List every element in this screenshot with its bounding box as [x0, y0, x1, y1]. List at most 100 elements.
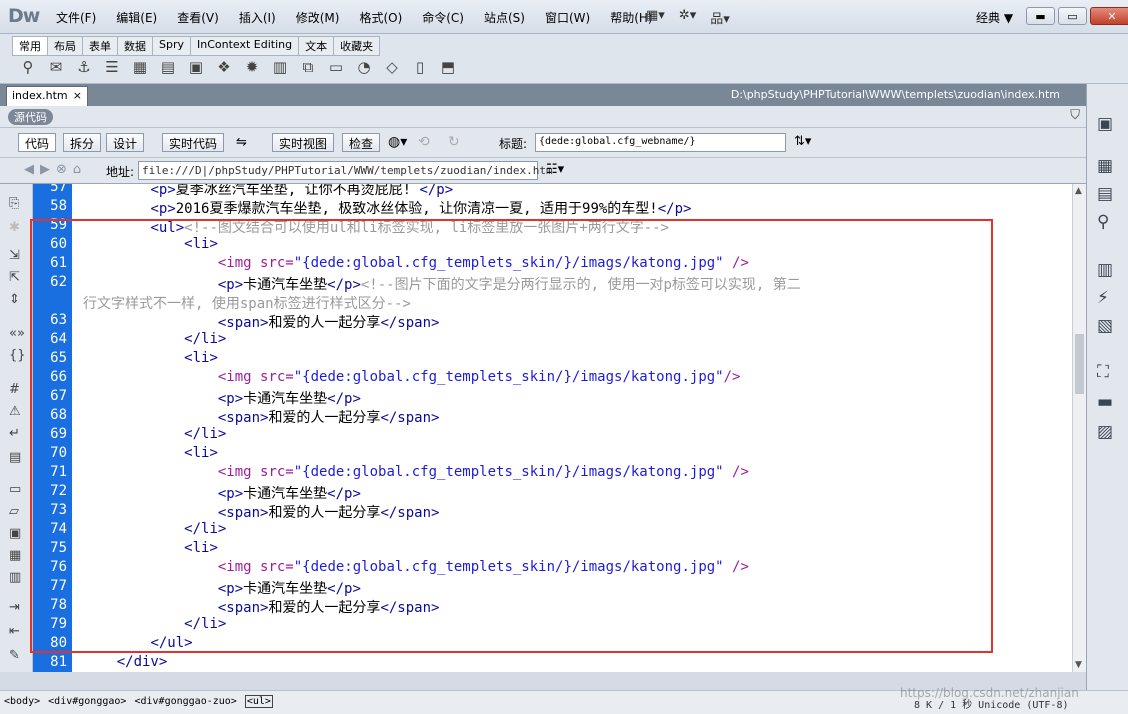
vertical-scrollbar[interactable]: ▲ ▼: [1072, 184, 1086, 672]
refresh-design-icon[interactable]: ⟲: [418, 134, 430, 150]
select-parent-tag-icon[interactable]: «»: [9, 326, 25, 341]
code-line[interactable]: <p>卡通汽车坐垫</p>: [83, 483, 361, 503]
syntax-coloring-icon[interactable]: ▤: [9, 450, 21, 465]
code-line[interactable]: </li>: [83, 426, 226, 442]
code-line-wrapped[interactable]: 行文字样式不一样, 使用span标签进行样式区分-->: [83, 293, 411, 313]
restore-button[interactable]: ▭: [1058, 7, 1087, 25]
insert-tab-text[interactable]: 文本: [299, 36, 335, 56]
media-icon[interactable]: ❖: [214, 58, 234, 76]
layout-icon[interactable]: ▦▾: [646, 8, 665, 27]
globe-icon[interactable]: ◍▾: [388, 134, 407, 150]
insert-tab-layout[interactable]: 布局: [48, 36, 83, 56]
menu-modify[interactable]: 修改(M): [286, 9, 350, 26]
code-line[interactable]: </li>: [83, 521, 226, 537]
line-numbers-icon[interactable]: #: [9, 382, 20, 397]
tag-ul-current[interactable]: <ul>: [244, 695, 273, 708]
code-view-button[interactable]: 代码: [18, 133, 57, 152]
menu-site[interactable]: 站点(S): [474, 9, 535, 26]
tag-chooser-icon[interactable]: ⬒: [438, 58, 458, 76]
div-icon[interactable]: ▤: [158, 58, 178, 76]
view-options-icon[interactable]: ☷▾: [546, 162, 564, 177]
script-icon[interactable]: ◇: [382, 58, 402, 76]
tag-body[interactable]: <body>: [4, 696, 40, 707]
server-behaviors-icon[interactable]: ▧: [1097, 316, 1113, 336]
code-line[interactable]: <li>: [83, 350, 218, 366]
server-include-icon[interactable]: ⧉: [298, 58, 318, 76]
code-line[interactable]: <li>: [83, 445, 218, 461]
tab-index-htm[interactable]: index.htm ×: [6, 86, 88, 106]
stop-icon[interactable]: ⊗: [56, 162, 67, 177]
indent-icon[interactable]: ⇥: [9, 600, 20, 615]
snippets-icon[interactable]: ▨: [1097, 422, 1113, 442]
menu-edit[interactable]: 编辑(E): [106, 9, 167, 26]
date-icon[interactable]: ▥: [270, 58, 290, 76]
code-line[interactable]: <img src="{dede:global.cfg_templets_skin…: [83, 464, 749, 480]
tag-div-gonggao[interactable]: <div#gonggao>: [48, 696, 126, 707]
code-line[interactable]: <p>夏季冰丝汽车坐垫, 让你不再烫屁屁! </p>: [83, 184, 453, 199]
insert-tab-forms[interactable]: 表单: [83, 36, 118, 56]
gear-icon[interactable]: ✲▾: [679, 8, 696, 27]
email-link-icon[interactable]: ✉: [46, 58, 66, 76]
code-line[interactable]: <img src="{dede:global.cfg_templets_skin…: [83, 255, 749, 271]
code-line[interactable]: </div>: [83, 654, 168, 670]
outdent-icon[interactable]: ⇤: [9, 624, 20, 639]
live-view-button[interactable]: 实时视图: [272, 133, 335, 152]
close-tab-icon[interactable]: ×: [73, 89, 82, 102]
filter-icon[interactable]: ⛉: [1070, 108, 1080, 123]
widget-icon[interactable]: ✹: [242, 58, 262, 76]
site-icon[interactable]: 品▾: [710, 8, 730, 27]
code-line[interactable]: <li>: [83, 540, 218, 556]
code-line[interactable]: <p>2016夏季爆款汽车坐垫, 极致冰丝体验, 让你清凉一夏, 适用于99%的…: [83, 198, 691, 218]
open-documents-icon[interactable]: ⎘: [9, 196, 19, 211]
files-icon[interactable]: ⛶: [1097, 362, 1109, 382]
bindings-icon[interactable]: ⚡: [1097, 288, 1109, 308]
file-management-icon[interactable]: ⇋: [236, 135, 247, 150]
format-source-icon[interactable]: ✎: [9, 648, 20, 663]
back-icon[interactable]: ◀: [24, 162, 34, 177]
insert-tab-common[interactable]: 常用: [12, 36, 48, 56]
split-view-button[interactable]: 拆分: [63, 133, 102, 152]
expand-all-icon[interactable]: ⇕: [9, 292, 20, 307]
address-input[interactable]: file:///D|/phpStudy/PHPTutorial/WWW/temp…: [138, 161, 553, 180]
collapse-full-tag-icon[interactable]: ⇲: [9, 248, 20, 263]
collapse-selection-icon[interactable]: ⇱: [9, 270, 20, 285]
live-code-button[interactable]: 实时代码: [162, 133, 225, 152]
close-button[interactable]: ✕: [1090, 7, 1128, 25]
code-line[interactable]: <img src="{dede:global.cfg_templets_skin…: [83, 559, 749, 575]
code-line[interactable]: <li>: [83, 236, 218, 252]
code-line[interactable]: <span>和爱的人一起分享</span>: [83, 312, 440, 332]
source-code-tag[interactable]: 源代码: [8, 109, 53, 125]
code-line[interactable]: <span>和爱的人一起分享</span>: [83, 502, 440, 522]
comment-icon[interactable]: ▭: [326, 58, 346, 76]
code-line[interactable]: </ul>: [83, 635, 192, 651]
menu-file[interactable]: 文件(F): [46, 9, 106, 26]
check-browser-icon[interactable]: ⇅▾: [794, 134, 811, 149]
anchor-icon[interactable]: ⚓: [74, 58, 94, 76]
code-line[interactable]: </li>: [83, 331, 226, 347]
forward-icon[interactable]: ▶: [40, 162, 50, 177]
hyperlink-icon[interactable]: ⚲: [18, 58, 38, 76]
table-icon[interactable]: ▦: [130, 58, 150, 76]
code-line[interactable]: <p>卡通汽车坐垫</p><!--图片下面的文字是分两行显示的, 使用一对p标签…: [83, 274, 801, 294]
home-icon[interactable]: ⌂: [73, 162, 81, 177]
menu-commands[interactable]: 命令(C): [412, 9, 474, 26]
code-line[interactable]: <span>和爱的人一起分享</span>: [83, 597, 440, 617]
apply-comment-icon[interactable]: ▭: [9, 482, 21, 497]
hr-icon[interactable]: ☰: [102, 58, 122, 76]
scroll-down-icon[interactable]: ▼: [1075, 660, 1082, 670]
insert-tab-data[interactable]: 数据: [118, 36, 153, 56]
balance-braces-icon[interactable]: {}: [9, 348, 26, 363]
templates-icon[interactable]: ▯: [410, 58, 430, 76]
design-view-button[interactable]: 设计: [106, 133, 145, 152]
inspect-button[interactable]: 检查: [342, 133, 381, 152]
menu-format[interactable]: 格式(O): [349, 9, 412, 26]
head-icon[interactable]: ◔: [354, 58, 374, 76]
wrap-tag-icon[interactable]: ▣: [9, 526, 21, 541]
highlight-invalid-icon[interactable]: ⚠: [9, 404, 21, 419]
insert-tab-incontext[interactable]: InContext Editing: [191, 36, 300, 56]
word-wrap-icon[interactable]: ↵: [9, 426, 20, 441]
menu-window[interactable]: 窗口(W): [535, 9, 600, 26]
tag-inspector-icon[interactable]: ⚲: [1097, 212, 1109, 232]
code-line[interactable]: <ul><!--图文结合可以使用ul和li标签实现, li标签里放一张图片+两行…: [83, 217, 669, 237]
workspace-switcher[interactable]: 经典 ▼: [976, 9, 1013, 26]
